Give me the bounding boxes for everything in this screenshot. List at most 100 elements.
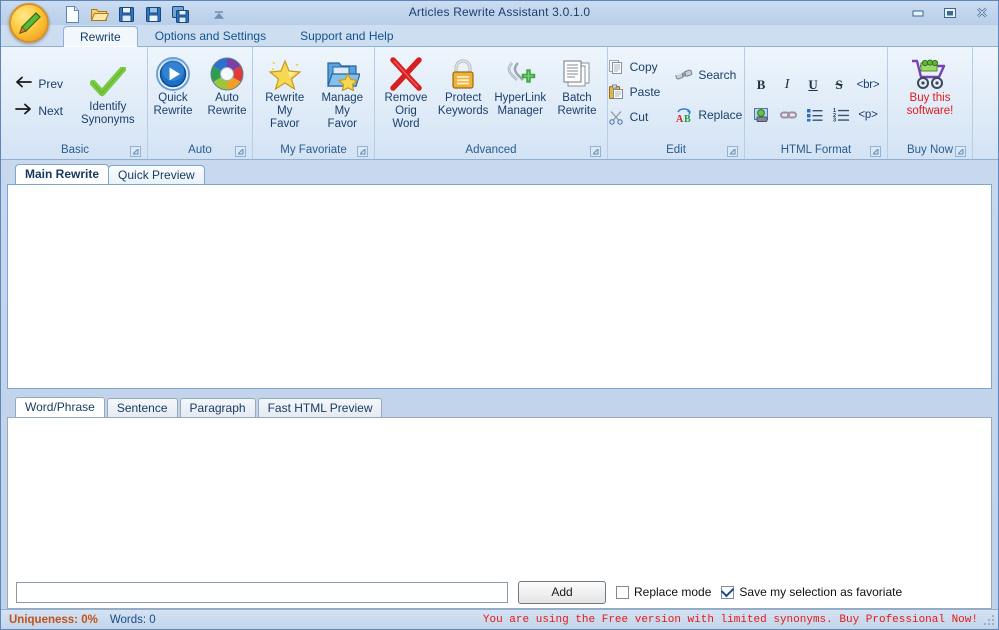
insert-link-icon[interactable] [780, 105, 798, 125]
ribbon-group-my-favoriate: Rewrite My Favor Manage My Favor My Favo… [252, 47, 374, 159]
open-icon[interactable] [90, 5, 110, 24]
cut-button[interactable]: Cut [603, 105, 668, 129]
replace-ab-icon: AB [675, 106, 693, 124]
save-favoriate-checkbox[interactable]: Save my selection as favoriate [721, 585, 902, 599]
folder-star-icon [324, 56, 361, 92]
identify-synonyms-button[interactable]: Identify Synonyms [75, 62, 141, 130]
manage-my-favor-label: Manage My Favor [321, 92, 364, 130]
lower-tab-strip: Word/Phrase Sentence Paragraph Fast HTML… [7, 397, 992, 417]
rewrite-my-favor-label: Rewrite My Favor [265, 92, 305, 130]
scissors-icon [607, 108, 625, 126]
bullet-list-icon[interactable] [806, 105, 823, 125]
binoculars-icon [675, 66, 693, 84]
prev-button[interactable]: Prev [9, 73, 69, 94]
buy-this-software-label: Buy this software! [906, 92, 954, 117]
dialog-launcher-icon[interactable] [357, 145, 368, 157]
ribbon-group-advanced: Remove Orig Word Protect Keywords HyperL… [374, 47, 607, 159]
link-plus-icon [502, 56, 538, 92]
dialog-launcher-icon[interactable] [130, 145, 141, 157]
dialog-launcher-icon[interactable] [235, 145, 246, 157]
underline-icon[interactable]: U [805, 75, 822, 95]
ribbon-group-basic: Prev Next Identify Synonyms Basic [3, 47, 147, 159]
tab-paragraph[interactable]: Paragraph [179, 398, 256, 417]
protect-keywords-button[interactable]: Protect Keywords [437, 53, 490, 121]
main-editor-textarea[interactable] [8, 185, 991, 388]
copy-button[interactable]: Copy [603, 55, 668, 79]
search-label: Search [698, 68, 737, 82]
paragraph-tag-icon[interactable]: <p> [858, 105, 877, 125]
group-label-text: My Favoriate [280, 144, 347, 156]
replace-button[interactable]: AB Replace [671, 103, 749, 127]
save-as-icon[interactable] [144, 5, 163, 24]
auto-rewrite-button[interactable]: Auto Rewrite [201, 53, 253, 121]
synonym-list-area[interactable] [8, 418, 991, 576]
dialog-launcher-icon[interactable] [590, 145, 601, 157]
numbered-list-icon[interactable]: 123 [832, 105, 849, 125]
group-label-text: Advanced [465, 144, 517, 156]
strikethrough-icon[interactable]: S [831, 75, 848, 95]
dialog-launcher-icon[interactable] [955, 145, 966, 157]
ribbon-group-label-advanced: Advanced [379, 141, 603, 159]
lower-panel: Add Replace mode Save my selection as fa… [7, 417, 992, 609]
main-tab-strip: Main Rewrite Quick Preview [7, 164, 992, 184]
protect-keywords-label: Protect Keywords [437, 92, 489, 117]
hyperlink-manager-button[interactable]: HyperLink Manager [493, 53, 547, 121]
remove-orig-word-button[interactable]: Remove Orig Word [379, 53, 433, 134]
ribbon-tab-options-and-settings[interactable]: Options and Settings [138, 25, 283, 46]
panel-splitter[interactable] [7, 389, 992, 397]
app-logo-icon[interactable] [9, 3, 49, 43]
search-button[interactable]: Search [671, 63, 749, 87]
next-button[interactable]: Next [9, 100, 69, 121]
html-format-row-1: B I U S <br> [753, 75, 880, 95]
rewrite-my-favor-button[interactable]: Rewrite My Favor [257, 53, 313, 134]
batch-rewrite-button[interactable]: Batch Rewrite [551, 53, 603, 121]
ribbon-tab-rewrite[interactable]: Rewrite [63, 26, 138, 47]
replace-mode-box[interactable] [616, 585, 629, 599]
tab-quick-preview[interactable]: Quick Preview [108, 165, 205, 184]
resize-grip-icon[interactable] [983, 614, 996, 627]
close-button[interactable] [972, 4, 992, 21]
minimize-button[interactable] [908, 4, 928, 21]
main-editor-panel[interactable] [7, 184, 992, 389]
status-nag-message[interactable]: You are using the Free version with limi… [483, 614, 994, 626]
svg-text:A: A [676, 114, 684, 123]
quick-rewrite-label: Quick Rewrite [153, 92, 193, 117]
save-all-icon[interactable] [171, 5, 190, 24]
line-break-icon[interactable]: <br> [857, 75, 880, 95]
italic-icon[interactable]: I [779, 75, 796, 95]
save-favoriate-box[interactable] [721, 585, 735, 599]
ribbon-group-label-my-favoriate: My Favoriate [257, 141, 370, 159]
tab-main-rewrite[interactable]: Main Rewrite [15, 164, 110, 184]
cut-label: Cut [629, 110, 649, 124]
tab-word-phrase[interactable]: Word/Phrase [15, 397, 105, 417]
auto-rewrite-label: Auto Rewrite [207, 92, 247, 117]
insert-image-icon[interactable] [754, 105, 771, 125]
window-controls [908, 4, 992, 21]
buy-this-software-button[interactable]: Buy this software! [901, 53, 960, 121]
maximize-button[interactable] [940, 4, 960, 21]
ribbon-group-label-basic: Basic [7, 141, 143, 159]
next-label: Next [38, 103, 63, 118]
title-bar: Articles Rewrite Assistant 3.0.1.0 [1, 1, 998, 25]
status-uniqueness: Uniqueness: 0% [9, 613, 98, 626]
save-icon[interactable] [117, 5, 136, 24]
status-words: Words: 0 [109, 613, 156, 626]
paste-button[interactable]: Paste [603, 80, 668, 104]
add-button[interactable]: Add [518, 580, 606, 604]
dialog-launcher-icon[interactable] [727, 145, 738, 157]
copy-label: Copy [629, 60, 658, 74]
bold-icon[interactable]: B [753, 75, 770, 95]
quick-rewrite-button[interactable]: Quick Rewrite [147, 53, 199, 121]
play-circle-icon [155, 56, 191, 92]
new-icon[interactable] [63, 5, 82, 24]
tab-fast-html-preview[interactable]: Fast HTML Preview [257, 398, 383, 417]
manage-my-favor-button[interactable]: Manage My Favor [315, 53, 371, 134]
group-label-text: Auto [188, 144, 212, 156]
ribbon-tab-support-and-help[interactable]: Support and Help [283, 25, 410, 46]
dialog-launcher-icon[interactable] [870, 145, 881, 157]
add-synonym-input[interactable] [16, 581, 508, 603]
identify-synonyms-label: Identify Synonyms [81, 101, 135, 126]
customize-quick-access-icon[interactable] [212, 5, 231, 24]
tab-sentence[interactable]: Sentence [106, 398, 178, 417]
replace-mode-checkbox[interactable]: Replace mode [616, 585, 711, 599]
